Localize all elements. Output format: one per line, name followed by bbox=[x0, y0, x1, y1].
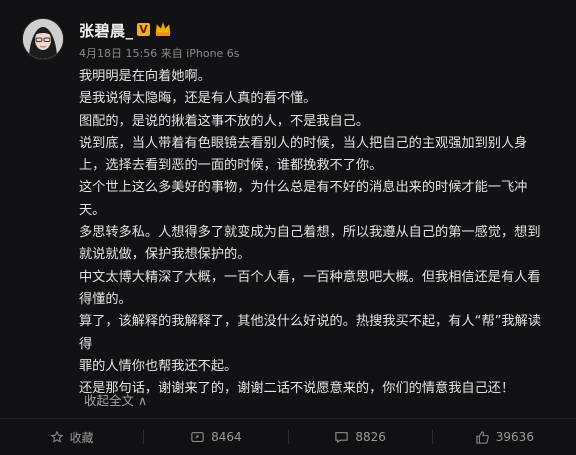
content-line: 得懂的。 bbox=[79, 291, 132, 307]
content-line: 还是那句话，谢谢来了的，谢谢二话不说愿意来的，你们的情意我自己还！ bbox=[79, 381, 515, 397]
content-line: 是我说得太隐晦，还是有人真的看不懂。 bbox=[79, 91, 317, 107]
post-content: 我明明是在向着她啊。 是我说得太隐晦，还是有人真的看不懂。 图配的，是说的揪着这… bbox=[79, 66, 549, 400]
vip-crown-icon bbox=[154, 20, 172, 38]
content-line: 上，选择去看到恶的一面的时候，谁都挽救不了你。 bbox=[79, 158, 383, 174]
repost-count: 8464 bbox=[211, 430, 242, 444]
action-toolbar: 收藏 8464 8826 39636 bbox=[0, 419, 576, 455]
collapse-link[interactable]: 收起全文 ∧ bbox=[84, 390, 147, 409]
content-line: 天。 bbox=[79, 202, 106, 218]
avatar[interactable] bbox=[22, 18, 64, 60]
weibo-post: 张碧晨_ V 4月18日 15:56 来自 iPhone 6s 我明明是在向着她… bbox=[0, 0, 576, 418]
content-line: 图配的，是说的揪着这事不放的人，不是我自己。 bbox=[79, 113, 370, 129]
comment-icon bbox=[335, 432, 349, 444]
content-line: 中文太博大精深了大概，一百个人看，一百种意思吧大概。但我相信还是有人看 bbox=[79, 269, 541, 285]
content-line: 罪的人情你也帮我还不起。 bbox=[79, 358, 238, 374]
content-line: 就说就做，保护我想保护的。 bbox=[79, 247, 251, 263]
content-line: 我明明是在向着她啊。 bbox=[79, 69, 211, 84]
verified-v-icon: V bbox=[137, 23, 150, 36]
favorite-button[interactable]: 收藏 bbox=[0, 419, 143, 455]
content-line: 算了，该解释的我解释了，其他没什么好说的。热搜我买不起，有人“帮”我解读得 bbox=[79, 314, 542, 352]
post-meta: 4月18日 15:56 来自 iPhone 6s bbox=[79, 47, 240, 60]
comment-count: 8826 bbox=[355, 430, 386, 444]
like-count: 39636 bbox=[495, 430, 534, 444]
content-line: 这个世上这么多美好的事物，为什么总是有不好的消息出来的时候才能一飞冲 bbox=[79, 180, 528, 196]
repost-icon bbox=[191, 432, 204, 442]
repost-button[interactable]: 8464 bbox=[144, 419, 287, 455]
author-name[interactable]: 张碧晨_ bbox=[79, 20, 134, 41]
favorite-label: 收藏 bbox=[69, 430, 94, 445]
content-line: 说到底，当人带着有色眼镜去看别人的时候，当人把自己的主观强加到别人身 bbox=[79, 135, 528, 151]
comment-button[interactable]: 8826 bbox=[289, 419, 432, 455]
like-button[interactable]: 39636 bbox=[433, 419, 576, 455]
thumbs-up-icon bbox=[476, 430, 489, 444]
content-line: 多思转多私。人想得多了就变成为自己着想，所以我遵从自己的第一感觉，想到 bbox=[79, 225, 541, 241]
star-icon bbox=[50, 430, 64, 443]
